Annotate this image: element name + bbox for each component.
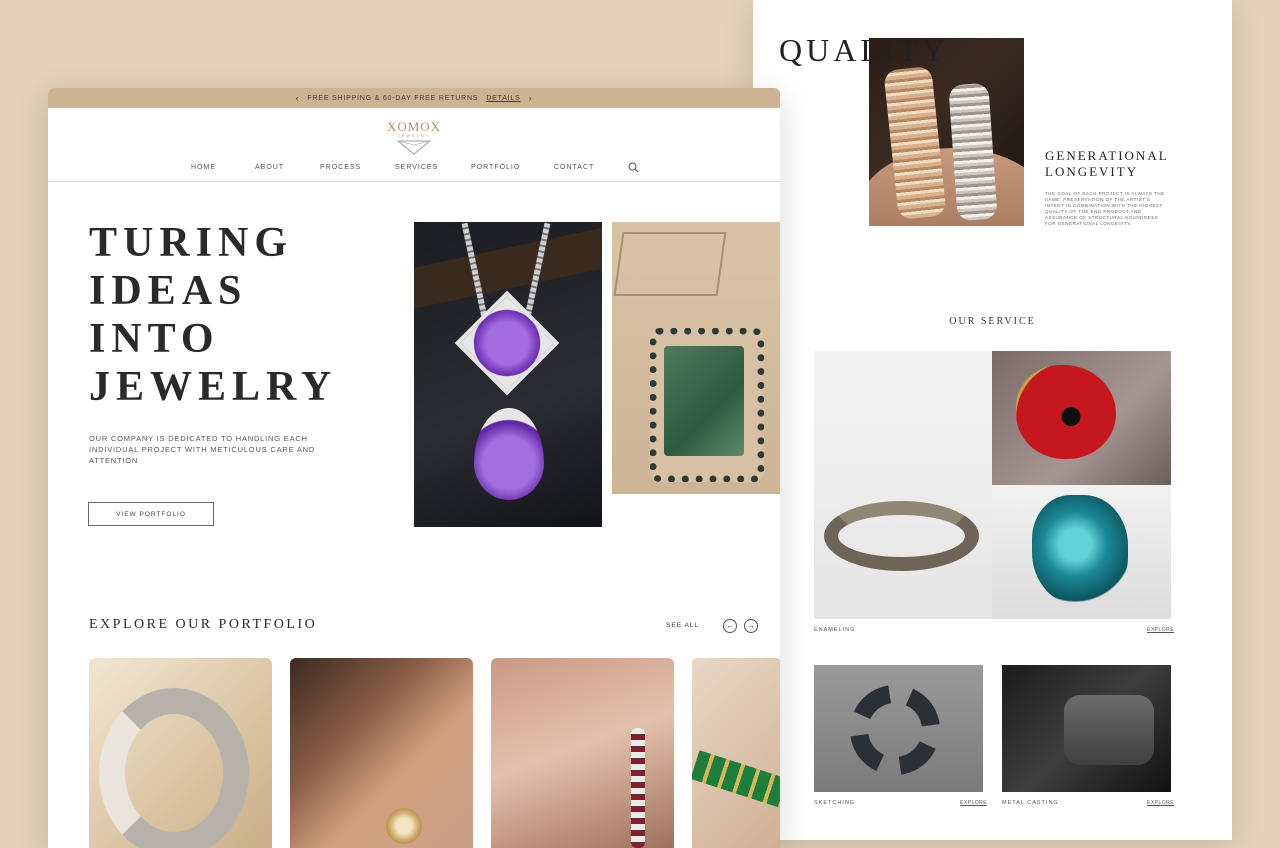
main-nav: HOME ABOUT PROCESS SERVICES PORTFOLIO CO… [48,162,780,182]
metal-casting-image[interactable] [1002,665,1171,792]
view-portfolio-button[interactable]: VIEW PORTFOLIO [88,502,214,526]
chevron-left-icon[interactable]: ‹ [296,93,300,103]
portfolio-card[interactable] [290,658,473,848]
arrow-left-icon[interactable]: ← [723,619,737,633]
hero-description: OUR COMPANY IS DEDICATED TO HANDLING EAC… [89,434,316,465]
generational-longevity-text: The goal of each project is always the s… [1045,191,1165,226]
portfolio-heading: EXPLORE OUR PORTFOLIO [89,617,318,632]
generational-longevity-heading: GENERATIONAL LONGEVITY [1045,148,1169,179]
portfolio-card[interactable] [89,658,272,848]
diamond-logo-icon [396,140,432,155]
portfolio-card[interactable] [491,658,674,848]
service-explore-sketching[interactable]: EXPLORE [960,800,987,806]
nav-divider [48,181,780,182]
service-explore-enameling[interactable]: EXPLORE [1147,627,1174,633]
nav-item-home[interactable]: HOME [191,164,216,171]
service-label-sketching: SKETCHING [814,800,856,806]
logo-wordmark: XOMOX [386,119,442,134]
nav-item-about[interactable]: ABOUT [255,164,284,171]
home-page: ‹ FREE SHIPPING & 60-DAY FREE RETURNS DE… [48,88,780,848]
nav-item-process[interactable]: PROCESS [320,164,361,171]
arrow-right-icon[interactable]: → [744,619,758,633]
nav-item-portfolio[interactable]: PORTFOLIO [471,164,520,171]
service-explore-metal-casting[interactable]: EXPLORE [1147,800,1174,806]
emerald-ring-image [612,222,780,494]
portfolio-card[interactable] [692,658,780,848]
chevron-right-icon[interactable]: › [529,93,533,103]
promo-bar: ‹ FREE SHIPPING & 60-DAY FREE RETURNS DE… [48,88,780,108]
quality-heading: QUALITY [779,32,950,68]
hero-title-line: JEWELRY [89,364,338,410]
hero-title-line: IDEAS [89,268,248,314]
promo-details-link[interactable]: DETAILS [486,95,520,102]
amethyst-pendant-image [414,222,602,527]
enameling-image-band[interactable] [814,351,992,619]
see-all-link[interactable]: SEE ALL [666,622,699,629]
hero-title-line: INTO [89,316,220,362]
sketching-image[interactable] [814,665,983,792]
our-service-heading: OUR SERVICE [949,316,1036,327]
enameling-image-crystal[interactable] [992,485,1171,619]
hero-title-line: TURING [89,220,294,266]
service-page: QUALITY GENERATIONAL LONGEVITY The goal … [753,0,1232,840]
nav-item-services[interactable]: SERVICES [395,164,438,171]
logo[interactable]: XOMOX JEWELRY [381,120,447,155]
service-label-metal-casting: METAL CASTING [1002,800,1059,806]
nav-item-contact[interactable]: CONTACT [554,164,594,171]
promo-text: FREE SHIPPING & 60-DAY FREE RETURNS [307,94,479,102]
service-label-enameling: ENAMELING [814,627,856,633]
search-icon[interactable] [628,162,639,173]
hero-title: TURING IDEAS INTO JEWELRY [89,219,337,411]
enameling-image-poppy[interactable] [992,351,1171,485]
